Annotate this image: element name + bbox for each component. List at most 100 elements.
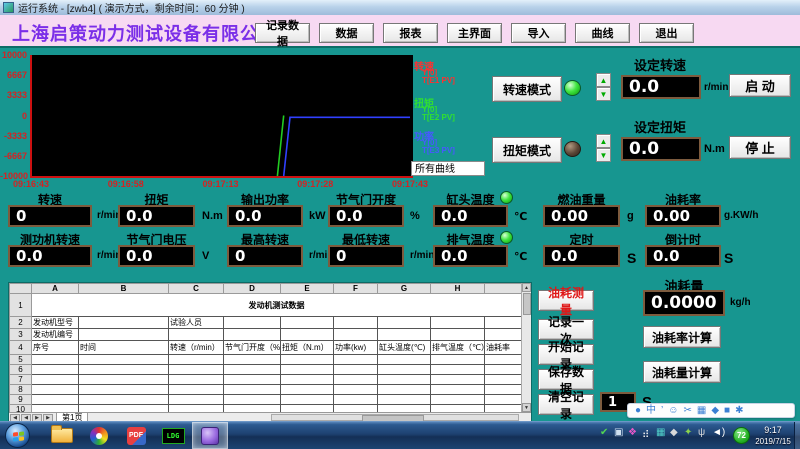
table-cell[interactable]: 试验人员 [169, 317, 224, 329]
speed-spinner-up-button[interactable]: ▲ [596, 73, 611, 87]
table-cell[interactable] [431, 365, 485, 375]
table-cell[interactable]: 时间 [79, 341, 169, 355]
table-cell[interactable]: A [32, 284, 79, 294]
table-cell[interactable] [485, 317, 522, 329]
table-cell[interactable]: 油耗率 [485, 341, 522, 355]
table-cell[interactable] [431, 375, 485, 385]
header-button-0[interactable]: 记录数据 [255, 23, 310, 43]
table-cell[interactable] [334, 317, 378, 329]
table-cell[interactable] [169, 395, 224, 405]
ime-icon-5[interactable]: ▦ [697, 406, 706, 416]
ime-icon-8[interactable]: ✱ [735, 406, 743, 416]
table-cell[interactable]: 功率(kw) [334, 341, 378, 355]
tray-icon-1[interactable]: ▣ [614, 428, 623, 438]
table-cell[interactable] [431, 395, 485, 405]
taskbar-testapp-button-active[interactable] [192, 422, 228, 449]
table-cell[interactable] [378, 329, 431, 341]
start-button-orb[interactable] [5, 423, 30, 448]
clear-records-button[interactable]: 清空记录 [538, 394, 594, 415]
table-cell[interactable]: 排气温度（℃） [431, 341, 485, 355]
set-speed-display[interactable]: 0.0 [621, 75, 701, 99]
table-cell[interactable] [485, 355, 522, 365]
table-cell[interactable]: 8 [10, 385, 32, 395]
table-cell[interactable] [485, 365, 522, 375]
table-cell[interactable] [281, 329, 334, 341]
ime-icon-6[interactable]: ◆ [711, 406, 719, 416]
speed-spinner-down-button[interactable]: ▼ [596, 87, 611, 101]
table-cell[interactable] [334, 375, 378, 385]
scroll-down-icon[interactable]: ▼ [522, 403, 531, 412]
table-cell[interactable] [32, 385, 79, 395]
table-cell[interactable]: C [169, 284, 224, 294]
scroll-thumb[interactable] [523, 293, 531, 315]
torque-mode-button[interactable]: 扭矩模式 [492, 137, 562, 163]
stop-button[interactable]: 停 止 [729, 136, 791, 159]
table-cell[interactable] [378, 365, 431, 375]
table-cell[interactable] [281, 395, 334, 405]
start-button[interactable]: 启 动 [729, 74, 791, 97]
table-cell[interactable]: 5 [10, 355, 32, 365]
tray-icon-7[interactable]: ψ [698, 428, 705, 438]
fuel-measure-button[interactable]: 油耗测量 [538, 290, 594, 311]
tray-icon-0[interactable]: ✔ [600, 428, 608, 438]
header-button-2[interactable]: 报表 [383, 23, 438, 43]
table-cell[interactable] [485, 395, 522, 405]
fuel-amount-calc-button[interactable]: 油耗量计算 [643, 361, 721, 383]
title-bar[interactable]: 运行系统 - [zwb4] ( 演示方式，剩余时间：60 分钟 ) [0, 0, 800, 16]
table-cell[interactable] [485, 284, 522, 294]
table-cell[interactable] [169, 385, 224, 395]
table-cell[interactable]: B [79, 284, 169, 294]
taskbar-explorer-button[interactable] [44, 422, 80, 449]
table-cell[interactable] [169, 355, 224, 365]
ime-icon-4[interactable]: ✂ [684, 406, 692, 416]
table-cell[interactable]: 缸头温度(℃) [378, 341, 431, 355]
results-spreadsheet[interactable]: ABCDEFGH1发动机测试数据2发动机型号试验人员3发动机编号4序号时间转速（… [8, 282, 532, 423]
taskbar-clock[interactable]: 9:17 2019/7/15 [752, 425, 794, 447]
table-cell[interactable] [169, 375, 224, 385]
table-cell[interactable] [224, 385, 281, 395]
table-cell[interactable] [79, 365, 169, 375]
table-cell[interactable]: 转速（r/min） [169, 341, 224, 355]
tray-icon-4[interactable]: ▦ [656, 428, 665, 438]
tray-icon-5[interactable]: ◆ [670, 428, 678, 438]
show-desktop-button[interactable] [794, 422, 800, 449]
table-cell[interactable] [79, 317, 169, 329]
table-cell[interactable] [378, 355, 431, 365]
table-cell[interactable] [79, 329, 169, 341]
header-button-3[interactable]: 主界面 [447, 23, 502, 43]
torque-spinner-up-button[interactable]: ▲ [596, 134, 611, 148]
table-cell[interactable] [334, 395, 378, 405]
table-cell[interactable]: 扭矩（N.m） [281, 341, 334, 355]
fuel-rate-calc-button[interactable]: 油耗率计算 [643, 326, 721, 348]
table-title[interactable]: 发动机测试数据 [32, 294, 522, 317]
ime-icon-3[interactable]: ☺ [668, 406, 678, 416]
header-button-5[interactable]: 曲线 [575, 23, 630, 43]
table-cell[interactable] [224, 365, 281, 375]
table-vertical-scrollbar[interactable]: ▲ ▼ [521, 283, 531, 412]
table-cell[interactable] [10, 284, 32, 294]
table-cell[interactable]: 3 [10, 329, 32, 341]
table-cell[interactable]: 序号 [32, 341, 79, 355]
table-cell[interactable] [431, 329, 485, 341]
battery-tray-icon[interactable]: 72 [733, 427, 750, 444]
table-cell[interactable] [431, 385, 485, 395]
table-cell[interactable] [32, 355, 79, 365]
table-cell[interactable] [224, 375, 281, 385]
table-cell[interactable] [281, 355, 334, 365]
table-cell[interactable] [32, 375, 79, 385]
table-cell[interactable] [485, 375, 522, 385]
table-cell[interactable]: 7 [10, 375, 32, 385]
taskbar-logger-button[interactable]: LDG [155, 422, 191, 449]
table-cell[interactable]: 6 [10, 365, 32, 375]
table-cell[interactable] [169, 365, 224, 375]
table-cell[interactable] [431, 317, 485, 329]
table-cell[interactable] [334, 365, 378, 375]
table-cell[interactable] [378, 317, 431, 329]
table-cell[interactable] [224, 395, 281, 405]
table-cell[interactable]: 9 [10, 395, 32, 405]
table-cell[interactable] [169, 329, 224, 341]
ime-toolbar[interactable]: ●中’☺✂▦◆■✱ [627, 403, 795, 418]
table-cell[interactable] [224, 355, 281, 365]
table-cell[interactable]: D [224, 284, 281, 294]
header-button-4[interactable]: 导入 [511, 23, 566, 43]
